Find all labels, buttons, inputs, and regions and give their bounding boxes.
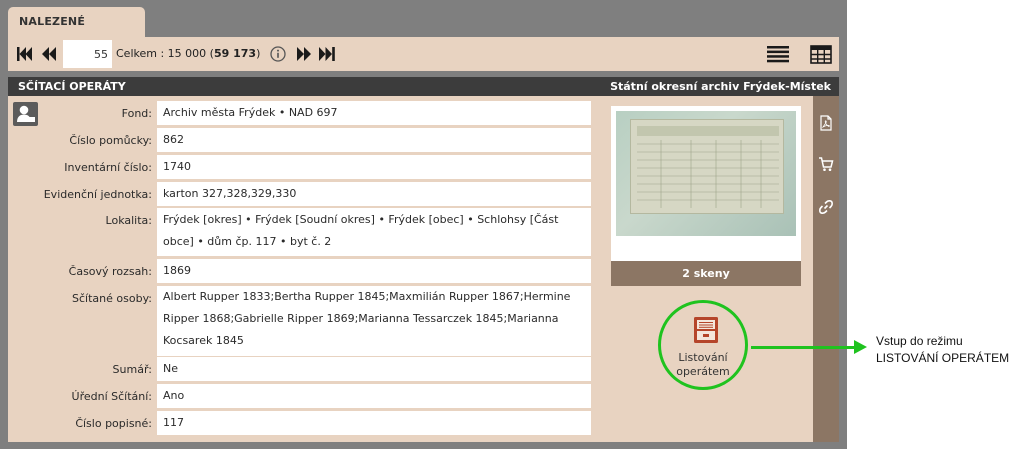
action-sidebar [813, 96, 839, 442]
field-label-aid-number: Číslo pomůcky: [69, 134, 152, 147]
browse-operate-button[interactable]: Listování operátem [658, 300, 748, 390]
records-window: NALEZENÉ ZÁZNAMY Celkem : 15 000 (59 173… [0, 0, 847, 449]
total-label: Celkem : 15 000 [116, 47, 207, 60]
field-label-time-range: Časový rozsah: [68, 265, 152, 278]
field-value-official-census: Ano [157, 384, 591, 408]
field-value-locality: Frýdek [okres] • Frýdek [Soudní okres] •… [157, 208, 591, 256]
person-record-icon [13, 102, 38, 126]
field-value-aid-number: 862 [157, 128, 591, 152]
field-value-summary: Ne [157, 357, 591, 381]
list-view-icon[interactable] [767, 46, 789, 63]
total-close-paren: ) [256, 47, 261, 60]
field-label-locality: Lokalita: [105, 214, 152, 227]
field-label-unit: Evidenční jednotka: [43, 188, 152, 201]
info-icon[interactable] [270, 46, 286, 62]
field-value-persons: Albert Rupper 1833;Bertha Rupper 1845;Ma… [157, 286, 591, 356]
browse-operate-label: Listování operátem [661, 351, 745, 379]
grid-view-icon[interactable] [810, 45, 832, 64]
section-title: SČÍTACÍ OPERÁTY [18, 80, 126, 93]
field-label-fond: Fond: [121, 107, 152, 120]
card-catalog-icon [694, 317, 718, 343]
callout-line2: LISTOVÁNÍ OPERÁTEM [876, 351, 1010, 365]
field-label-summary: Sumář: [112, 363, 152, 376]
scan-count-bar[interactable]: 2 skeny [611, 261, 801, 286]
browse-operate-label-line1: Listování [678, 351, 728, 364]
section-header: SČÍTACÍ OPERÁTY Státní okresní archiv Fr… [8, 77, 839, 96]
field-value-fond: Archiv města Frýdek • NAD 697 [157, 101, 591, 125]
scan-thumbnail[interactable] [611, 106, 801, 286]
link-icon[interactable] [818, 199, 834, 215]
tab-found-records[interactable]: NALEZENÉ ZÁZNAMY [8, 7, 145, 58]
field-label-inventory-number: Inventární číslo: [64, 161, 152, 174]
previous-page-icon[interactable] [42, 47, 56, 61]
first-page-icon[interactable] [17, 47, 32, 61]
callout-arrow-head [854, 340, 867, 354]
record-detail-panel: Fond: Archiv města Frýdek • NAD 697 Čísl… [8, 96, 813, 442]
browse-operate-label-line2: operátem [676, 365, 730, 378]
page-number-input[interactable] [63, 40, 112, 68]
archive-name: Státní okresní archiv Frýdek-Místek [610, 80, 831, 93]
field-value-time-range: 1869 [157, 259, 591, 283]
field-label-persons: Sčítané osoby: [72, 292, 152, 305]
callout-arrow-line [751, 346, 855, 349]
field-value-unit: karton 327,328,329,330 [157, 182, 591, 206]
census-sheet-image [630, 119, 784, 214]
field-label-house-number: Číslo popisné: [75, 417, 152, 430]
next-page-icon[interactable] [297, 47, 311, 61]
field-label-official-census: Úřední Sčítání: [71, 390, 152, 403]
total-count: Celkem : 15 000 (59 173) [116, 47, 260, 60]
last-page-icon[interactable] [319, 47, 335, 61]
pdf-icon[interactable] [818, 115, 834, 131]
pagination-toolbar: Celkem : 15 000 (59 173) [8, 37, 839, 71]
callout-annotation: Vstup do režimu LISTOVÁNÍ OPERÁTEM [876, 333, 1009, 367]
cart-icon[interactable] [818, 156, 834, 172]
total-count-bold: 59 173 [213, 47, 257, 60]
field-value-inventory-number: 1740 [157, 155, 591, 179]
callout-line1: Vstup do režimu [876, 334, 963, 348]
scan-preview-image[interactable] [616, 111, 796, 236]
field-value-house-number: 117 [157, 411, 591, 435]
